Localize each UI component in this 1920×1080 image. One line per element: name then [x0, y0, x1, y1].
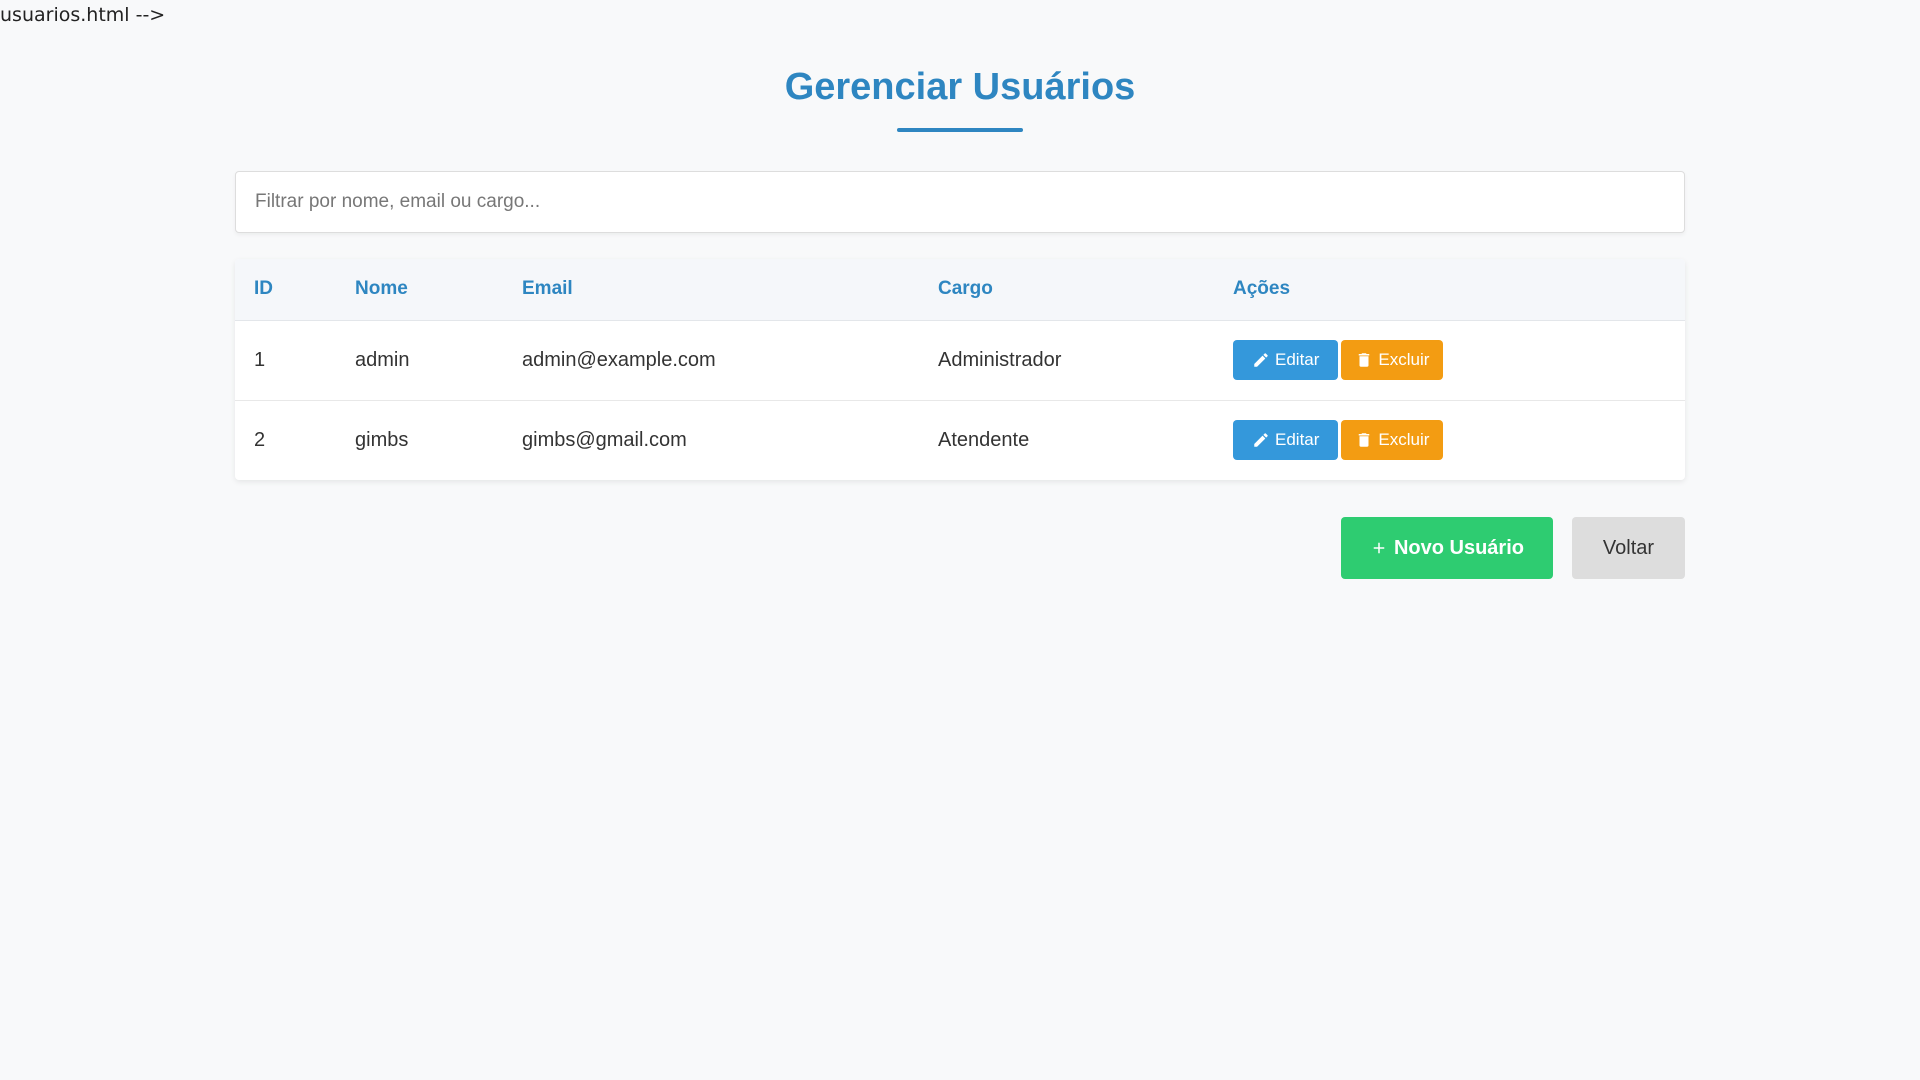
delete-button-label: Excluir — [1378, 350, 1430, 369]
header-id: ID — [235, 259, 336, 321]
plus-icon — [1373, 542, 1385, 554]
cell-actions: Editar Excluir — [1214, 320, 1685, 401]
cell-nome: gimbs — [355, 428, 409, 451]
new-user-label: Novo Usuário — [1393, 536, 1524, 559]
header-acoes: Ações — [1214, 259, 1685, 321]
cell-id: 1 — [235, 320, 336, 401]
cell-id: 2 — [254, 428, 266, 451]
cell-email: gimbs@gmail.com — [522, 428, 687, 451]
cell-cargo: Administrador — [919, 320, 1214, 401]
filter-input[interactable] — [235, 171, 1685, 233]
edit-icon — [1254, 433, 1268, 447]
trash-icon — [1359, 353, 1370, 367]
cell-nome: admin — [336, 320, 503, 401]
table-row: 1 admin admin@example.com Administrador … — [235, 320, 1685, 401]
edit-button-label: Editar — [1275, 350, 1320, 369]
new-user-button[interactable]: Novo Usuário — [1340, 517, 1553, 579]
back-button[interactable]: Voltar — [1572, 517, 1685, 579]
title-underline — [897, 128, 1023, 132]
header-nome: Nome — [336, 259, 503, 321]
delete-button-label: Excluir — [1378, 430, 1430, 449]
edit-button[interactable]: Editar — [1233, 420, 1339, 460]
delete-button[interactable]: Excluir — [1341, 420, 1444, 460]
stray-comment-text: usuarios.html --> — [0, 4, 166, 26]
edit-button[interactable]: Editar — [1233, 340, 1339, 380]
table-header-row: ID Nome Email Cargo Ações — [235, 259, 1685, 321]
edit-button-label: Editar — [1275, 430, 1320, 449]
cell-cargo: Atendente — [938, 428, 1030, 451]
cell-actions: Editar Excluir — [1214, 400, 1685, 480]
header-cargo: Cargo — [919, 259, 1214, 321]
cell-email: admin@example.com — [503, 320, 919, 401]
users-table-card: ID Nome Email Cargo Ações 1 admin admin@… — [235, 259, 1685, 480]
table-row: 2 gimbs gimbs@gmail.com Atendente Editar… — [235, 400, 1685, 480]
users-table: ID Nome Email Cargo Ações 1 admin admin@… — [235, 259, 1685, 480]
trash-icon — [1359, 433, 1370, 447]
footer-actions: Novo Usuário Voltar — [1340, 517, 1685, 579]
delete-button[interactable]: Excluir — [1341, 340, 1444, 380]
header-email: Email — [503, 259, 919, 321]
edit-icon — [1254, 353, 1268, 367]
page-title: Gerenciar Usuários — [784, 66, 1136, 108]
